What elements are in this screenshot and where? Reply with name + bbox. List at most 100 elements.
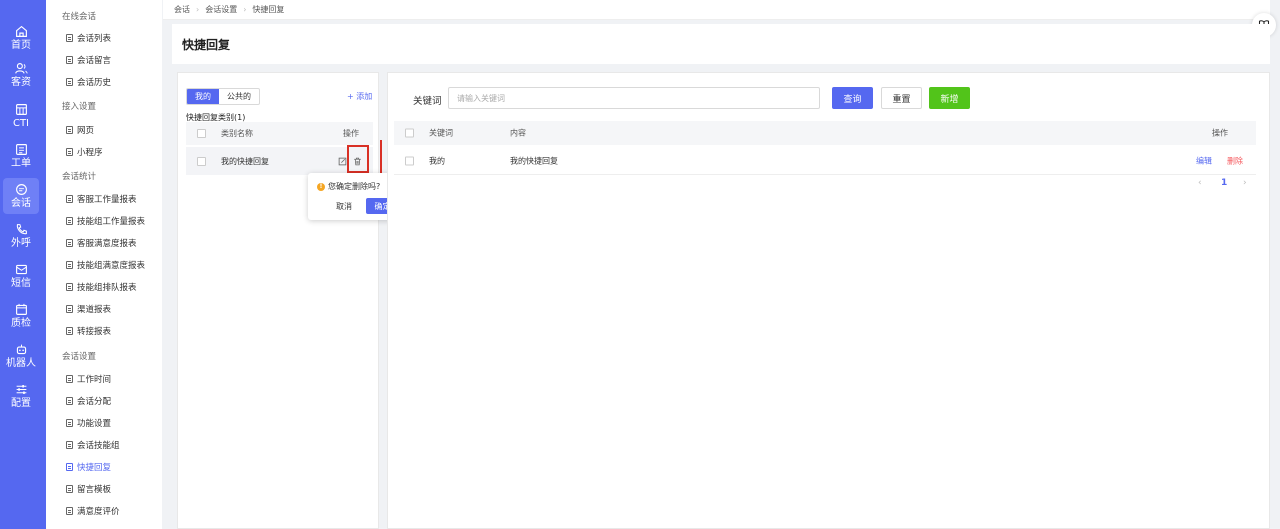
breadcrumb-item[interactable]: 会话设置 [205,4,237,15]
document-icon [66,78,73,86]
select-all-checkbox[interactable] [405,128,414,138]
menu-item[interactable]: 满意度评价 [66,505,120,517]
column-header: 操作 [1212,128,1228,138]
home-icon [15,25,27,37]
menu-item[interactable]: 技能组工作量报表 [66,215,145,227]
table-header: 关键词 内容 操作 [394,121,1256,145]
menu-item[interactable]: 技能组满意度报表 [66,259,145,271]
document-icon [66,126,73,134]
warning-icon: ! [317,182,325,191]
prev-page-button[interactable]: ‹ [1198,178,1202,188]
menu-item[interactable]: 工作时间 [66,373,111,385]
rail-label: CTI [12,118,30,129]
calendar-icon [15,303,27,315]
menu-item[interactable]: 会话技能组 [66,439,120,451]
rail-label: 会话 [11,198,31,209]
edit-link[interactable]: 编辑 [1196,155,1212,166]
reply-list-panel: 关键词 请输入关键词 查询 重置 新增 关键词 内容 操作 我的 我的快捷回复 … [387,72,1270,529]
document-icon [66,239,73,247]
column-header: 关键词 [429,128,453,138]
tab-public[interactable]: 公共的 [219,89,259,104]
rail-label: 短信 [11,278,31,289]
select-all-checkbox[interactable] [197,129,206,138]
chevron-right-icon: › [243,5,247,14]
query-button[interactable]: 查询 [832,87,873,109]
grid-icon [15,104,27,115]
main-nav-rail: 首页 客资 CTI 工单 会话 外呼 短信 质检 机器人 配置 [0,0,46,529]
ticket-icon [15,144,27,155]
users-icon [14,63,28,74]
rail-label: 配置 [11,398,31,409]
document-icon [66,56,73,64]
rail-item-outbound[interactable]: 外呼 [3,218,39,254]
menu-group-title: 在线会话 [62,12,97,22]
menu-item[interactable]: 会话列表 [66,32,111,44]
document-icon [66,485,73,493]
menu-item[interactable]: 会话分配 [66,395,111,407]
phone-icon [16,224,27,235]
keyword-input[interactable]: 请输入关键词 [448,87,820,109]
menu-item[interactable]: 功能设置 [66,417,111,429]
menu-group-title: 会话设置 [62,352,97,362]
scope-tabs: 我的 公共的 [186,88,260,105]
rail-item-home[interactable]: 首页 [3,20,39,56]
menu-group-title: 会话统计 [62,172,97,182]
keyword-label: 关键词 [413,96,442,107]
sms-icon [15,264,27,275]
menu-item[interactable]: 技能组排队报表 [66,281,137,293]
next-page-button[interactable]: › [1243,178,1247,188]
cell-content: 我的快捷回复 [510,156,558,165]
rail-label: 工单 [11,158,31,169]
page-number[interactable]: 1 [1221,178,1227,188]
rail-item-robot[interactable]: 机器人 [3,338,39,374]
chat-icon [15,184,27,195]
document-icon [66,195,73,203]
rail-label: 机器人 [6,358,36,369]
rail-item-customers[interactable]: 客资 [3,57,39,93]
rail-label: 外呼 [11,238,31,249]
edit-icon[interactable] [338,157,347,166]
category-panel: 我的 公共的 + 添加 快捷回复类别(1) 类别名称 操作 我的快捷回复 [177,72,379,529]
document-icon [66,217,73,225]
cancel-button[interactable]: 取消 [336,201,352,212]
menu-item[interactable]: 客服工作量报表 [66,193,137,205]
highlight-box [347,145,369,173]
document-icon [66,34,73,42]
tab-mine[interactable]: 我的 [187,89,219,104]
page-title: 快捷回复 [172,24,1270,64]
breadcrumb-item[interactable]: 会话 [174,4,190,15]
document-icon [66,327,73,335]
menu-item[interactable]: 小程序 [66,146,103,158]
table-row[interactable]: 我的快捷回复 [186,147,373,175]
row-checkbox[interactable] [197,156,206,166]
new-button[interactable]: 新增 [929,87,970,109]
category-name: 我的快捷回复 [221,156,269,166]
document-icon [66,148,73,156]
document-icon [66,261,73,269]
table-row[interactable]: 我的 我的快捷回复 编辑 删除 [394,147,1256,175]
document-icon [66,283,73,291]
column-header: 内容 [510,128,526,138]
rail-item-sms[interactable]: 短信 [3,258,39,294]
menu-item[interactable]: 会话历史 [66,76,111,88]
rail-item-config[interactable]: 配置 [3,378,39,414]
reset-button[interactable]: 重置 [881,87,922,109]
row-checkbox[interactable] [405,156,414,165]
menu-item[interactable]: 渠道报表 [66,303,111,315]
menu-item[interactable]: 会话留言 [66,54,111,66]
document-icon [66,463,73,471]
rail-item-cti[interactable]: CTI [3,98,39,134]
menu-item[interactable]: 留言模板 [66,483,111,495]
delete-link[interactable]: 删除 [1227,155,1243,166]
rail-item-chat[interactable]: 会话 [3,178,39,214]
menu-item[interactable]: 网页 [66,124,94,136]
table-header: 类别名称 操作 [186,122,373,145]
breadcrumb: 会话 › 会话设置 › 快捷回复 [163,0,1270,20]
menu-item-active[interactable]: 快捷回复 [66,461,111,473]
document-icon [66,375,73,383]
menu-item[interactable]: 转接报表 [66,325,111,337]
rail-item-qa[interactable]: 质检 [3,298,39,334]
menu-item[interactable]: 客服满意度报表 [66,237,137,249]
rail-item-ticket[interactable]: 工单 [3,138,39,174]
add-category-button[interactable]: + 添加 [347,91,372,102]
